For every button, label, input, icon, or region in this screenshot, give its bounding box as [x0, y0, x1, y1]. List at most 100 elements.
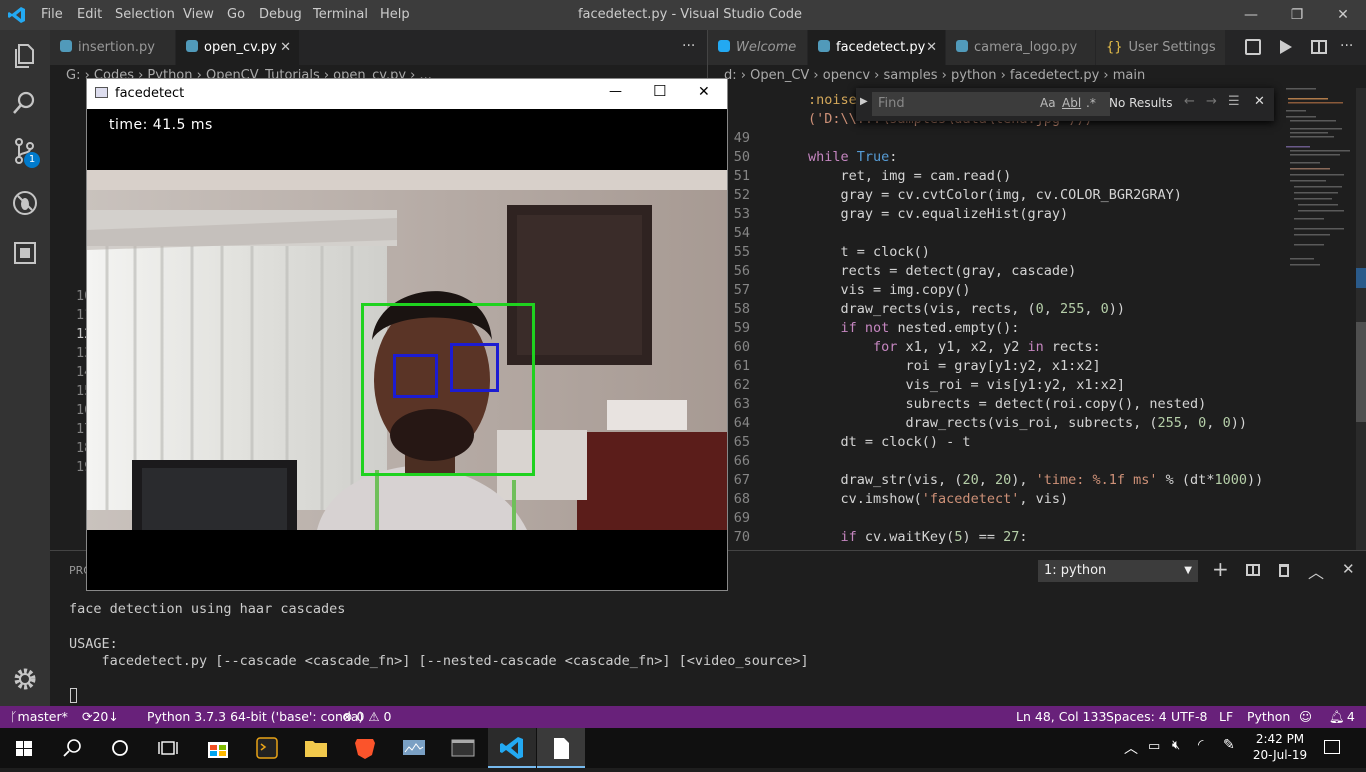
trash-icon[interactable] [1279, 564, 1289, 577]
sync-status[interactable]: ⟳ 20↓ 0↑ [82, 706, 119, 746]
windows-start-icon[interactable] [0, 728, 48, 768]
open-changes-icon[interactable] [1245, 39, 1261, 55]
branch-status[interactable]: ᚴ master* [10, 706, 68, 728]
code-text: draw_str(vis, (20, 20), 'time: %.1f ms' … [808, 472, 1264, 488]
end-of-line[interactable]: LF [1219, 706, 1233, 728]
close-button[interactable]: ✕ [1320, 0, 1366, 30]
tab-open-cv-py[interactable]: open_cv.py ✕ [176, 30, 300, 65]
source-control-icon[interactable]: 1 [10, 136, 40, 168]
eye-detection-box-right [450, 343, 499, 392]
chevron-down-icon: ▼ [1184, 565, 1192, 576]
menu-selection[interactable]: Selection [115, 7, 175, 22]
tab-camera-logo-py[interactable]: camera_logo.py [946, 30, 1096, 65]
console-icon[interactable] [439, 728, 487, 768]
terminal-select[interactable]: 1: python ▼ [1038, 560, 1198, 582]
brave-browser-icon[interactable] [341, 728, 389, 768]
python-file-icon [186, 40, 198, 52]
debug-icon[interactable] [10, 188, 40, 218]
new-terminal-icon[interactable]: + [1212, 557, 1229, 581]
wifi-icon[interactable]: ◜ [1198, 737, 1203, 753]
code-text: draw_rects(vis, rects, (0, 255, 0)) [808, 301, 1126, 317]
run-icon[interactable] [1280, 40, 1292, 54]
code-line: 70 if cv.waitKey(5) == 27: [708, 528, 1278, 547]
tab-welcome[interactable]: Welcome [708, 30, 808, 65]
code-line: 63 subrects = detect(roi.copy(), nested) [708, 395, 1278, 414]
scrollbar-thumb[interactable] [1356, 322, 1366, 422]
file-explorer-icon[interactable] [292, 728, 340, 768]
tab-facedetect-py[interactable]: facedetect.py ✕ [808, 30, 946, 65]
show-hidden-icons-icon[interactable]: ︿ [1124, 738, 1138, 758]
extensions-icon[interactable] [10, 238, 40, 268]
breadcrumb[interactable]: d: › Open_CV › opencv › samples › python… [708, 65, 1366, 87]
find-in-selection-icon[interactable]: ☰ [1228, 94, 1240, 109]
battery-icon[interactable]: ▭ [1148, 739, 1160, 754]
menu-go[interactable]: Go [227, 7, 245, 22]
encoding[interactable]: UTF-8 [1171, 706, 1207, 728]
search-icon[interactable] [48, 728, 96, 768]
activity-bar: 1 [0, 30, 50, 706]
fd-minimize-button[interactable]: — [609, 84, 622, 99]
facedetect-window[interactable]: facedetect — ☐ ✕ time: 41.5 ms [86, 78, 728, 591]
document-icon[interactable] [537, 728, 585, 768]
minimize-button[interactable]: — [1228, 0, 1274, 30]
settings-gear-icon[interactable] [10, 664, 40, 694]
system-monitor-icon[interactable] [390, 728, 438, 768]
tab-close-icon[interactable]: ✕ [280, 30, 291, 65]
feedback-smiley-icon[interactable]: ☺ [1299, 706, 1312, 728]
menu-edit[interactable]: Edit [77, 7, 102, 22]
store-icon[interactable] [194, 728, 242, 768]
cortana-icon[interactable] [96, 728, 144, 768]
notifications-bell-icon[interactable]: 🔔︎ 4 [1329, 706, 1355, 728]
close-panel-icon[interactable]: ✕ [1342, 560, 1355, 578]
branch-name: master* [17, 709, 68, 724]
more-actions-icon[interactable]: ··· [682, 38, 695, 54]
terminal-line: facedetect.py [--cascade <cascade_fn>] [… [69, 653, 809, 669]
split-terminal-icon[interactable] [1246, 564, 1260, 576]
right-tab-bar: Welcome facedetect.py ✕ camera_logo.py {}… [708, 30, 1366, 65]
task-view-icon[interactable] [144, 728, 192, 768]
tab-close-icon[interactable]: ✕ [926, 30, 937, 65]
fd-maximize-button[interactable]: ☐ [653, 82, 666, 100]
vscode-taskbar-icon[interactable] [488, 728, 536, 768]
eye-detection-box-left [393, 354, 438, 398]
volume-muted-icon[interactable]: 🔇︎ [1172, 738, 1180, 753]
clock[interactable]: 2:42 PM 20-Jul-19 [1250, 731, 1310, 763]
problems-status[interactable]: ⊗ 0 ⚠ 0 [342, 706, 392, 728]
menu-debug[interactable]: Debug [259, 7, 302, 22]
language-mode[interactable]: Python [1247, 706, 1290, 728]
previous-match-icon[interactable]: ← [1184, 94, 1195, 109]
regex-icon[interactable]: .* [1086, 96, 1096, 110]
menu-view[interactable]: View [183, 7, 214, 22]
maximize-button[interactable]: ❐ [1274, 0, 1320, 30]
find-result-count: No Results [1109, 96, 1173, 110]
indentation[interactable]: Spaces: 4 [1106, 706, 1167, 728]
terminal-app-icon[interactable] [243, 728, 291, 768]
python-interpreter[interactable]: Python 3.7.3 64-bit ('base': conda) [147, 706, 363, 728]
next-match-icon[interactable]: → [1206, 94, 1217, 109]
tab-insertion-py[interactable]: insertion.py [50, 30, 176, 65]
editor-scrollbar[interactable] [1356, 88, 1366, 550]
whole-word-icon[interactable]: Abl [1062, 96, 1081, 110]
maximize-panel-icon[interactable]: ︿ [1308, 559, 1324, 583]
match-case-icon[interactable]: Aa [1040, 96, 1056, 110]
explorer-icon[interactable] [10, 40, 40, 70]
split-editor-icon[interactable] [1311, 40, 1327, 54]
facedetect-title-bar[interactable]: facedetect — ☐ ✕ [87, 79, 727, 109]
menu-file[interactable]: File [41, 7, 63, 22]
face-detection-box [361, 303, 535, 476]
code-area[interactable]: :noise('D:\\...\samples\data\lena.jpg'))… [708, 87, 1278, 550]
menu-terminal[interactable]: Terminal [313, 7, 368, 22]
pen-icon[interactable]: ✎ [1223, 737, 1235, 753]
code-line: 56 rects = detect(gray, cascade) [708, 262, 1278, 281]
find-toggle-replace-icon[interactable]: ▶ [860, 96, 868, 107]
minimap[interactable] [1284, 88, 1356, 288]
more-actions-icon[interactable]: ··· [1340, 38, 1353, 54]
code-line: 50 while True: [708, 148, 1278, 167]
tab-user-settings[interactable]: {} User Settings [1096, 30, 1226, 65]
action-center-icon[interactable] [1324, 740, 1340, 754]
menu-help[interactable]: Help [380, 7, 410, 22]
cursor-position[interactable]: Ln 48, Col 133 [1016, 706, 1106, 728]
find-close-icon[interactable]: ✕ [1254, 94, 1265, 109]
search-icon[interactable] [10, 88, 40, 118]
fd-close-button[interactable]: ✕ [698, 84, 710, 100]
